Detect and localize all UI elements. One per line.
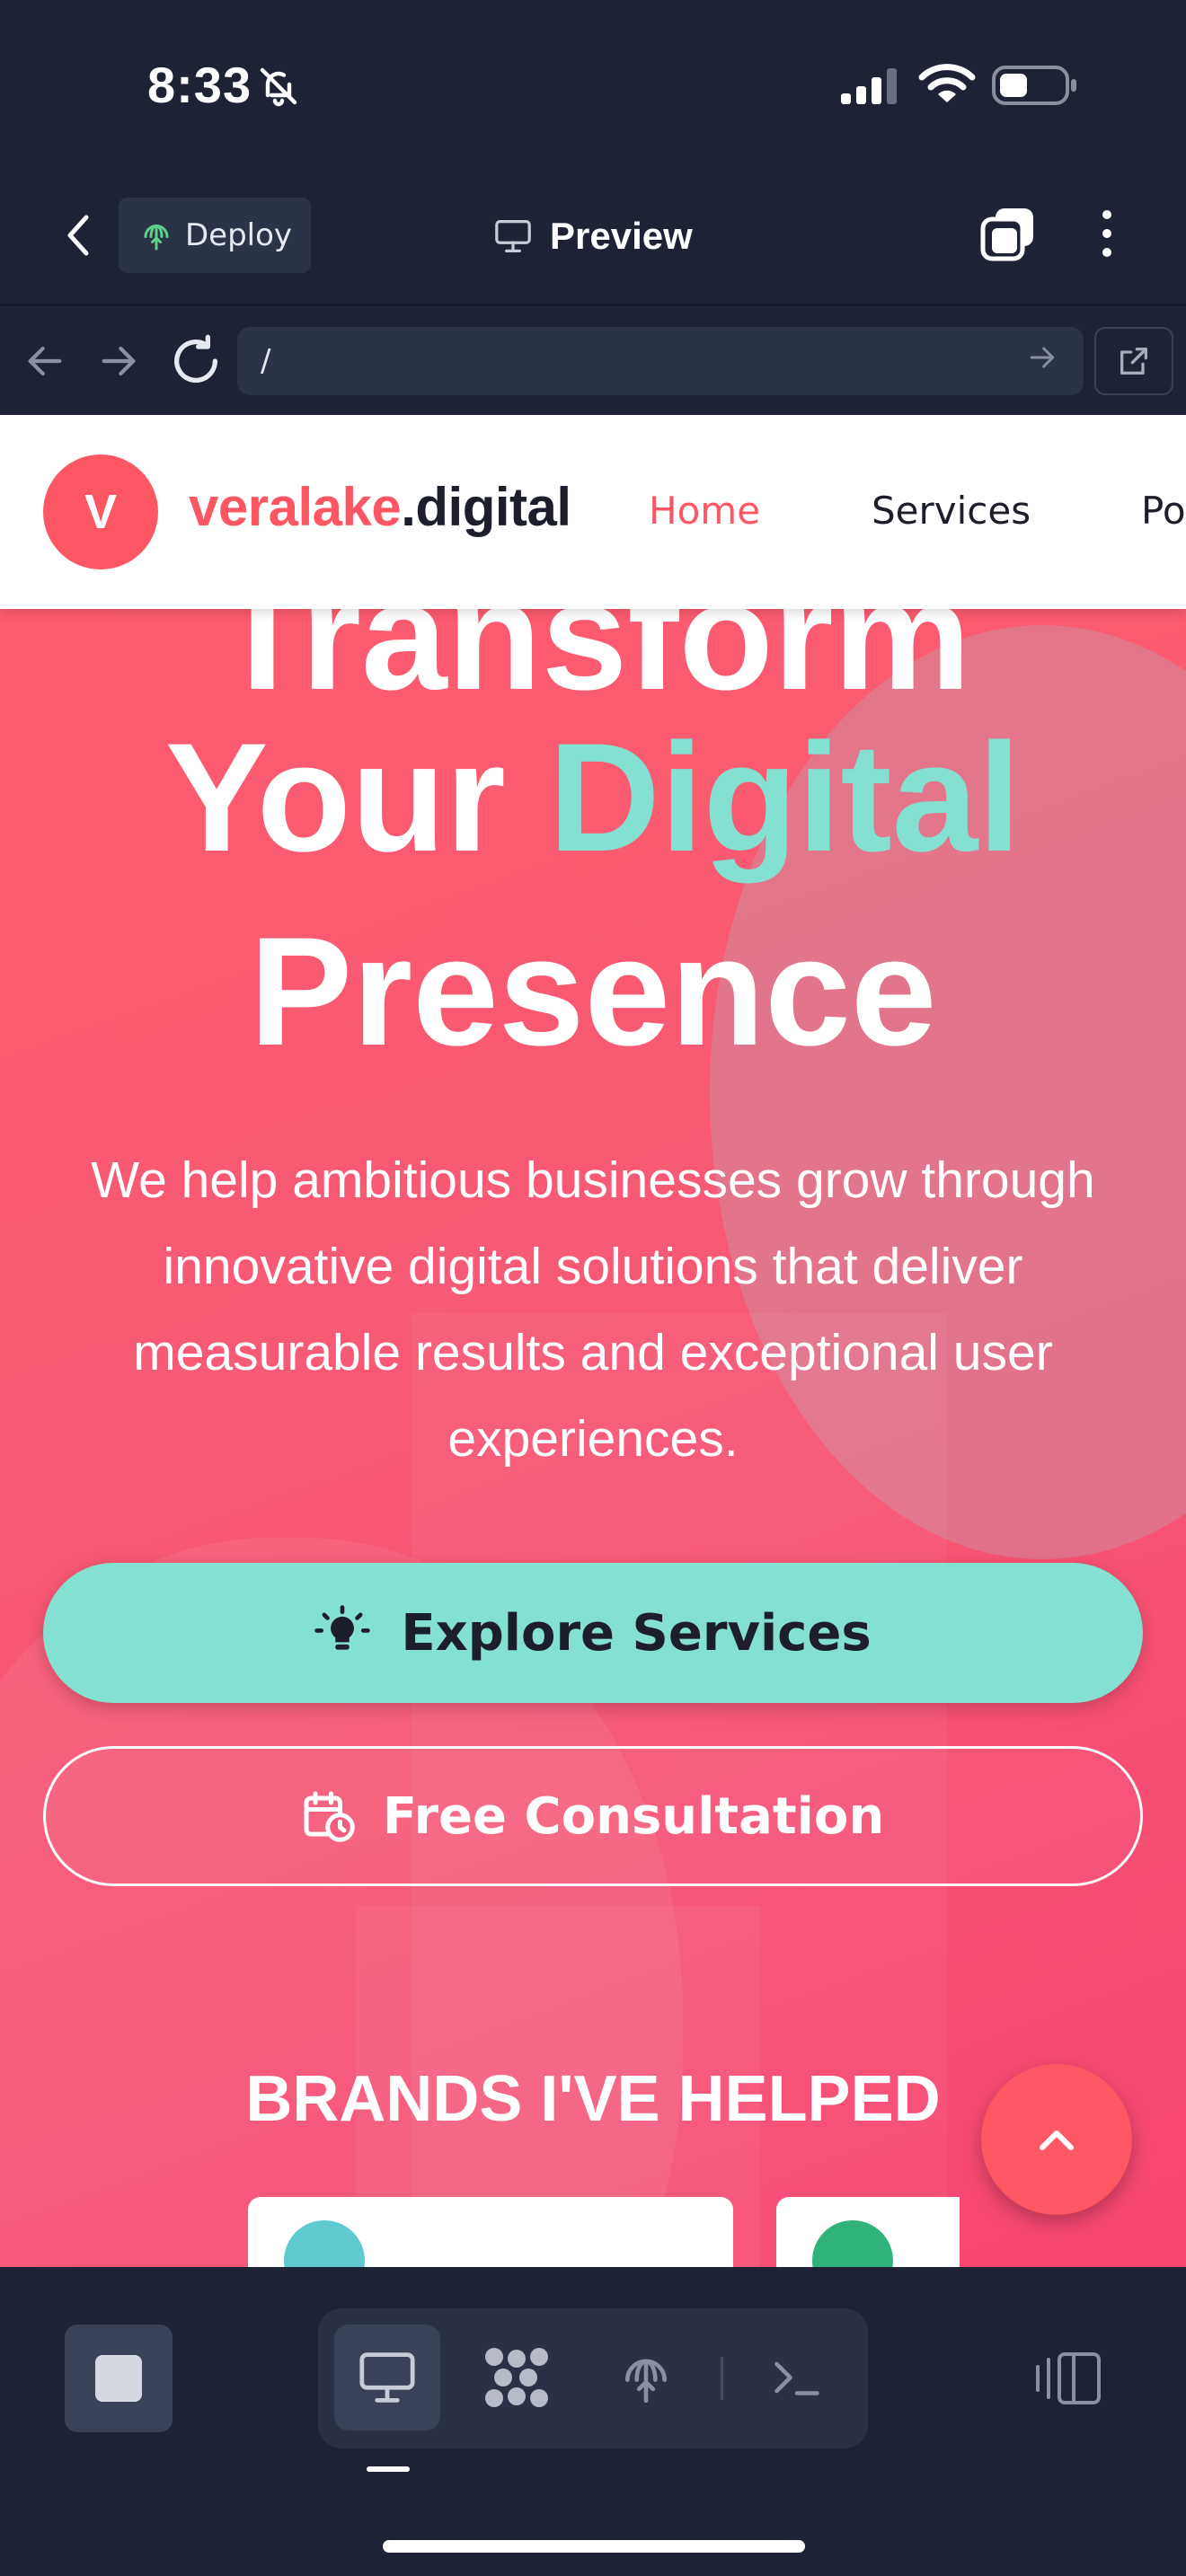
view-preview-button[interactable]	[334, 2325, 440, 2430]
dot-icon	[1102, 210, 1111, 219]
url-input[interactable]: /	[237, 327, 1084, 395]
nav-link-home[interactable]: Home	[649, 489, 760, 533]
side-panel-icon	[1036, 2352, 1101, 2404]
switcher-divider	[721, 2357, 723, 2400]
browser-back-button[interactable]	[20, 336, 70, 386]
hero-title-plain: Your	[164, 711, 549, 884]
cellular-signal-icon	[839, 66, 902, 110]
reload-button[interactable]	[167, 332, 225, 390]
arrow-right-icon	[1030, 347, 1055, 368]
free-consultation-button[interactable]: Free Consultation	[43, 1746, 1143, 1886]
view-terminal-button[interactable]	[744, 2325, 850, 2430]
nav-link-services[interactable]: Services	[872, 489, 1031, 533]
back-button[interactable]	[52, 203, 102, 268]
web-preview[interactable]: Transform Your Digital Presence We help …	[0, 415, 1186, 2267]
lightbulb-icon	[314, 1605, 371, 1650]
hero-subtitle: We help ambitious businesses grow throug…	[91, 1151, 1095, 1468]
tabs-button[interactable]	[979, 205, 1037, 262]
site-name-rest: .digital	[401, 477, 571, 537]
open-external-button[interactable]	[1094, 327, 1173, 395]
toolbar-divider	[0, 304, 1186, 306]
deploy-button[interactable]: Deploy	[119, 198, 311, 273]
monitor-icon	[359, 2352, 415, 2403]
explore-services-button[interactable]: Explore Services	[43, 1563, 1143, 1703]
reload-icon	[174, 334, 217, 384]
view-deploy-button[interactable]	[593, 2325, 699, 2430]
deploy-icon	[144, 225, 169, 251]
nav-link-portfolio[interactable]: Po	[1141, 489, 1186, 533]
site-name-accent: veralake	[189, 477, 402, 537]
arrow-right-icon	[102, 346, 136, 376]
stop-icon	[95, 2355, 142, 2402]
more-options-button[interactable]	[1089, 205, 1125, 262]
terminal-icon	[774, 2361, 819, 2395]
url-text: /	[261, 343, 271, 379]
external-link-icon	[1120, 348, 1147, 375]
home-indicator	[383, 2540, 805, 2553]
brand-logo	[284, 2220, 365, 2267]
side-panel-button[interactable]	[1033, 2342, 1103, 2414]
status-time: 8:33	[147, 57, 252, 113]
deploy-icon	[625, 2359, 667, 2404]
tabs-icon	[980, 208, 1033, 261]
preview-title: Preview	[492, 203, 693, 269]
monitor-icon	[495, 219, 531, 252]
brand-card[interactable]	[776, 2197, 960, 2267]
hero-title-line-2: Your Digital	[0, 720, 1186, 875]
bell-slash-icon	[257, 65, 300, 111]
preview-label: Preview	[550, 215, 693, 257]
explore-services-label: Explore Services	[401, 1603, 872, 1663]
battery-icon	[992, 65, 1078, 110]
wifi-icon	[918, 61, 976, 110]
brand-card[interactable]	[248, 2197, 733, 2267]
stop-button[interactable]	[65, 2325, 173, 2432]
deploy-label: Deploy	[185, 217, 293, 253]
url-go-button[interactable]	[1024, 340, 1069, 384]
calendar-clock-icon	[304, 1791, 355, 1842]
free-consultation-label: Free Consultation	[382, 1786, 885, 1846]
hero-title-line-3: Presence	[249, 905, 937, 1078]
brand-logo	[812, 2220, 893, 2267]
site-name[interactable]: veralake.digital	[189, 476, 571, 538]
chevron-up-icon	[1040, 2130, 1074, 2150]
browser-forward-button[interactable]	[93, 336, 144, 386]
dot-icon	[1102, 229, 1111, 238]
site-logo[interactable]: V	[43, 454, 158, 569]
nodes-icon	[485, 2348, 548, 2407]
arrow-left-icon	[28, 346, 62, 376]
hero-title-accent: Digital	[548, 711, 1022, 884]
chevron-left-icon	[67, 215, 89, 256]
site-header: V veralake.digital Home Services Po	[0, 415, 1186, 609]
active-view-indicator	[367, 2466, 410, 2472]
view-nodes-button[interactable]	[464, 2325, 570, 2430]
dot-icon	[1102, 248, 1111, 257]
scroll-to-top-button[interactable]	[981, 2064, 1132, 2215]
